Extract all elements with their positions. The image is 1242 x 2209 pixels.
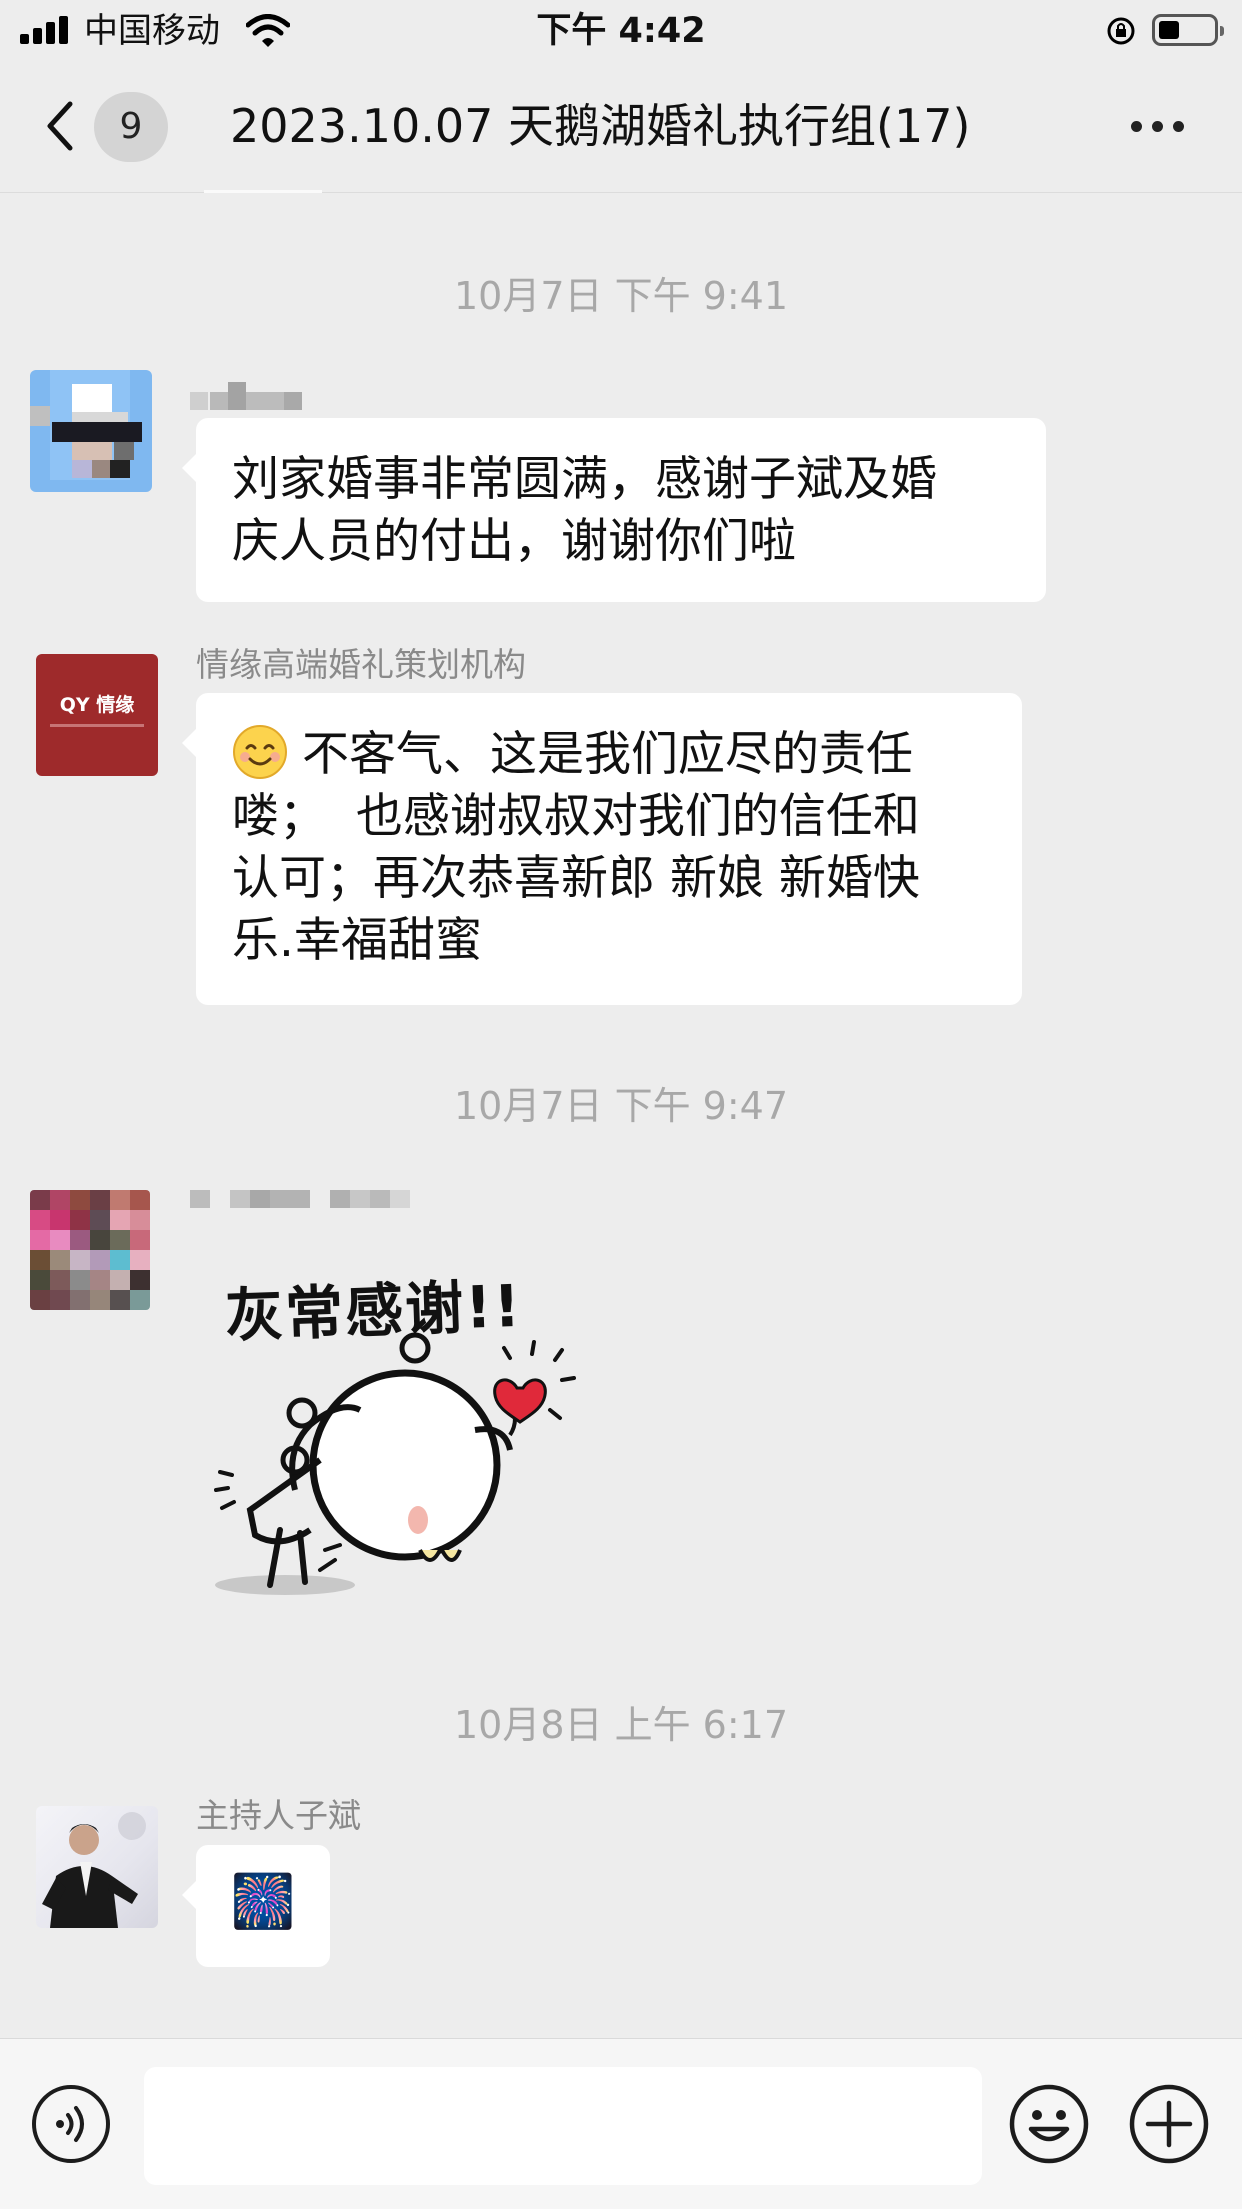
unread-count-badge[interactable]: 9 [94,92,168,162]
avatar[interactable] [36,1806,158,1928]
ellipsis-icon[interactable] [1128,110,1188,140]
message-line: 认可；再次恭喜新郎 新娘 新婚快 [232,851,920,906]
sticker-character [214,1332,576,1595]
sender-name-pixelated [190,370,330,410]
message-line: 乐.幸福甜蜜 [232,913,482,968]
timestamp: 10月8日 上午 6:17 [453,1703,789,1747]
sender-name: 情缘高端婚礼策划机构 [196,645,526,684]
timestamp: 10月7日 下午 9:41 [453,274,789,318]
smiley-emoji-icon [233,725,287,779]
brand-logo-text: QY 情缘 [59,694,135,716]
plus-icon[interactable] [1128,2083,1210,2165]
message-bubble[interactable]: 刘家婚事非常圆满，感谢子斌及婚 庆人员的付出，谢谢你们啦 [182,418,1046,602]
status-bar: 中国移动 下午 4:42 [0,0,1242,62]
person-photo [42,1812,146,1928]
sticker[interactable]: 灰常感谢!! [210,1250,590,1610]
voice-icon[interactable] [32,2085,110,2163]
sender-name: 主持人子斌 [196,1796,361,1835]
timestamp: 10月7日 下午 9:47 [453,1084,789,1128]
avatar[interactable] [30,370,152,492]
battery-icon [1152,14,1224,46]
chevron-left-icon[interactable] [40,94,80,158]
status-time: 下午 4:42 [536,11,706,51]
chat-input-bar [0,2038,1242,2209]
smiley-icon[interactable] [1008,2083,1090,2165]
chat-title: 2023.10.07 天鹅湖婚礼执行组(17) [230,99,971,153]
message-bubble[interactable]: 🎆 [182,1845,330,1967]
message-line: 庆人员的付出，谢谢你们啦 [232,514,796,569]
header-divider [204,190,322,193]
message-input[interactable] [144,2067,982,2185]
fireworks-emoji: 🎆 [230,1872,296,1932]
avatar[interactable]: QY 情缘 [36,654,158,776]
message-bubble[interactable]: 不客气、这是我们应尽的责任 喽； 也感谢叔叔对我们的信任和 认可；再次恭喜新郎 … [182,693,1022,1005]
chat-header: 9 2023.10.07 天鹅湖婚礼执行组(17) [0,62,1242,193]
sender-name-pixelated [190,1188,420,1208]
rotation-lock-icon [1107,17,1135,45]
message-line: 不客气、这是我们应尽的责任 [232,724,1022,786]
avatar[interactable] [30,1190,150,1310]
message-line: 刘家婚事非常圆满，感谢子斌及婚 [232,452,937,507]
message-line: 喽； 也感谢叔叔对我们的信任和 [232,789,920,844]
